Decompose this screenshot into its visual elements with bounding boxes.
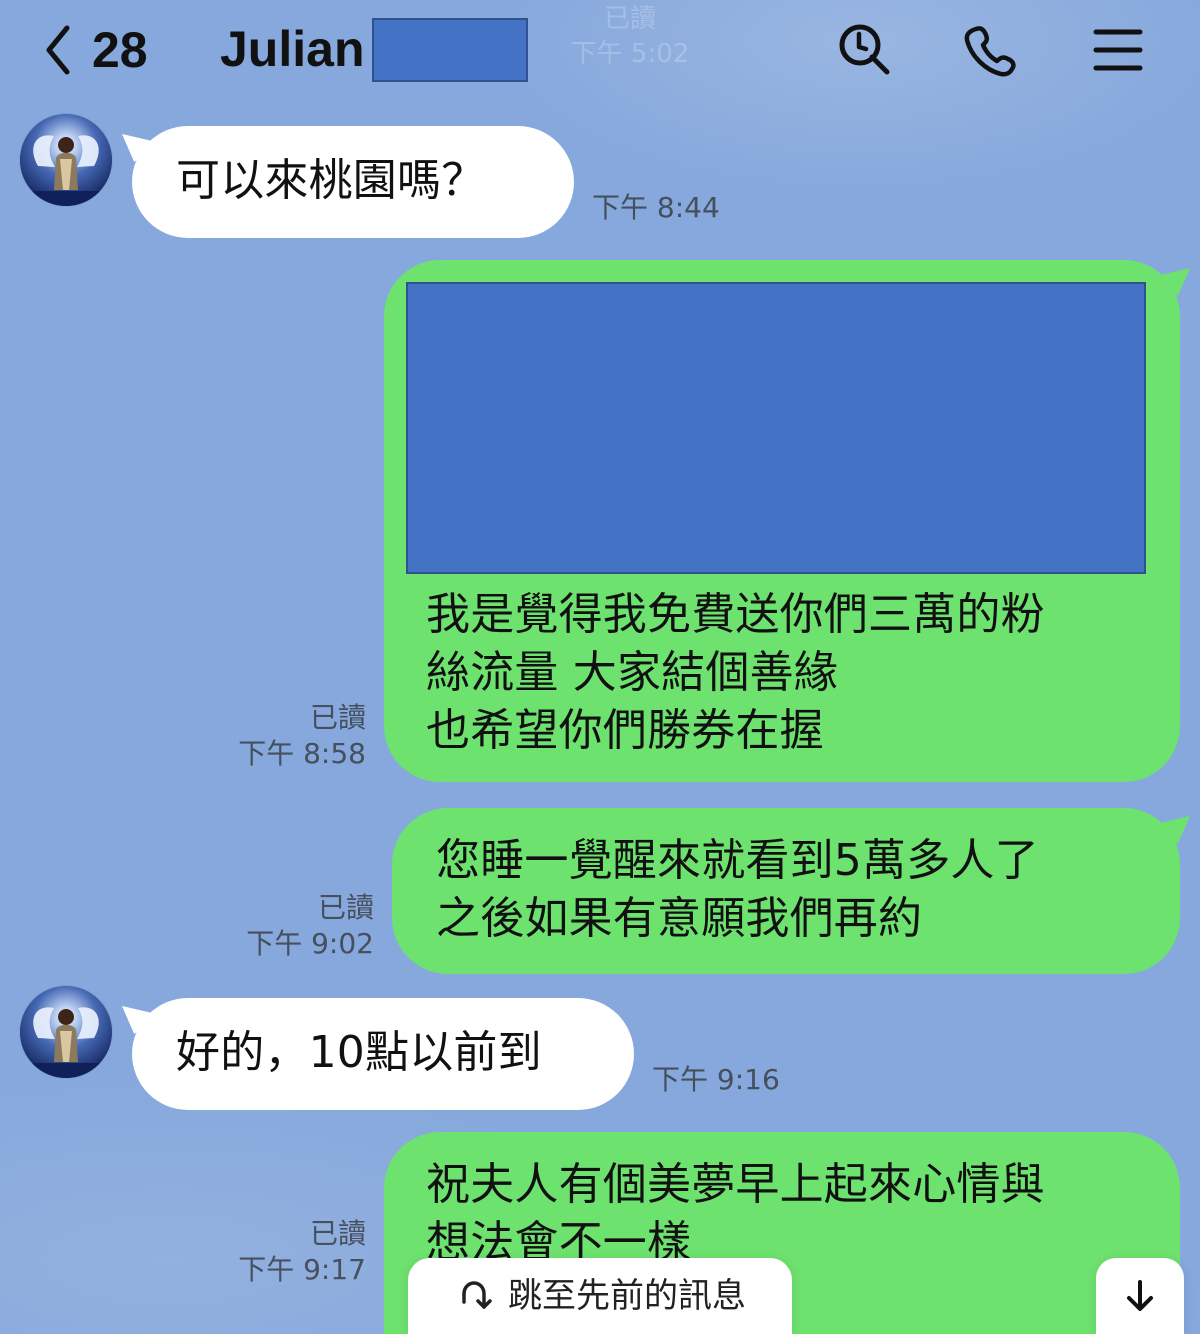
back-button[interactable]: 28 [36,18,166,82]
name-redaction [372,18,528,82]
message-time: 下午 9:02 [246,927,374,960]
avatar-image [20,114,112,206]
call-button[interactable] [955,14,1027,86]
message-text: 好的，10點以前到 [176,1027,542,1078]
contact-avatar[interactable] [20,986,112,1078]
message-time: 下午 8:58 [238,737,366,770]
unread-count: 28 [92,22,148,78]
message-status: 已讀 下午 9:17 [220,1216,366,1288]
chevron-left-icon [46,25,70,75]
message-status: 已讀 下午 8:58 [220,700,366,772]
search-button[interactable] [828,14,900,86]
message-time: 下午 8:44 [592,191,720,224]
outgoing-message-bubble[interactable]: 我是覺得我免費送你們三萬的粉 絲流量 大家結個善緣 也希望你們勝券在握 [384,260,1180,782]
jump-to-previous-messages-button[interactable]: 跳至先前的訊息 [408,1258,792,1334]
ghost-read-label: 已讀 [603,4,656,34]
menu-icon [1093,29,1143,71]
menu-button[interactable] [1082,14,1154,86]
message-status: 已讀 下午 9:02 [228,890,374,962]
avatar-image [20,986,112,1078]
read-receipt: 已讀 [309,1217,366,1250]
search-icon [839,24,890,75]
message-time: 下午 9:16 [652,1063,780,1096]
scroll-to-bottom-button[interactable] [1096,1258,1184,1334]
outgoing-message-bubble[interactable]: 您睡一覺醒來就看到5萬多人了 之後如果有意願我們再約 [392,808,1180,974]
message-time: 下午 9:17 [238,1253,366,1286]
message-text: 可以來桃園嗎？ [176,155,486,206]
ghost-time-label: 下午 5:02 [570,39,690,70]
chat-header: 28 Julian 已讀 下午 5:02 [0,0,1200,100]
message-text: 祝夫人有個美夢早上起來心情與 想法會不一樣 [426,1159,1045,1268]
phone-icon [964,26,1016,77]
jump-icon [462,1281,492,1309]
arrow-down-icon [1127,1280,1153,1311]
read-receipt: 已讀 [309,701,366,734]
message-text: 您睡一覺醒來就看到5萬多人了 之後如果有意願我們再約 [436,835,1039,944]
message-text: 我是覺得我免費送你們三萬的粉 絲流量 大家結個善緣 也希望你們勝券在握 [426,589,1045,756]
background-ghost-status: 已讀 下午 5:02 [540,2,720,72]
jump-to-previous-messages-label: 跳至先前的訊息 [508,1276,746,1316]
contact-avatar[interactable] [20,114,112,206]
media-redaction [406,282,1146,574]
contact-name: Julian [220,21,365,77]
incoming-message-bubble[interactable]: 可以來桃園嗎？ [132,126,574,238]
incoming-message-bubble[interactable]: 好的，10點以前到 [132,998,634,1110]
read-receipt: 已讀 [317,891,374,924]
